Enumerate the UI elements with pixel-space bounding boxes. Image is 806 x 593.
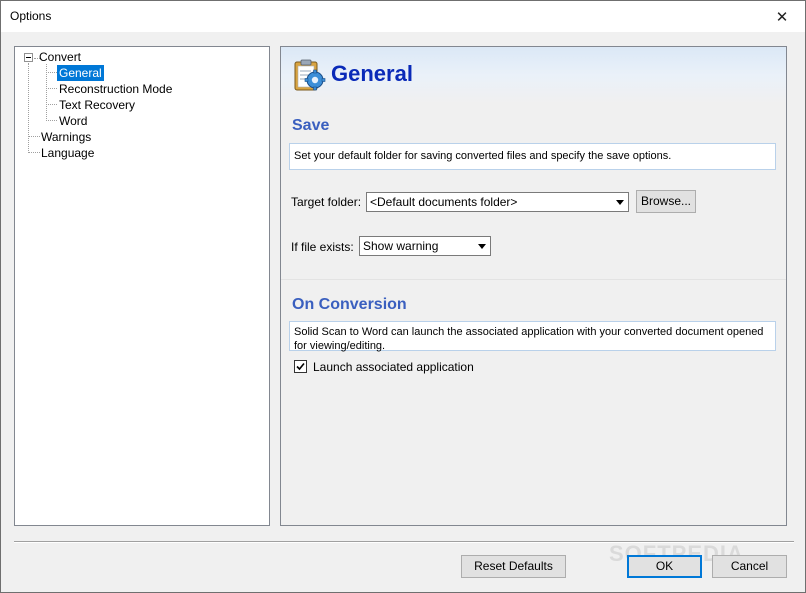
collapse-icon[interactable] [24, 53, 33, 62]
general-panel: General Save Set your default folder for… [280, 46, 787, 526]
launch-application-label[interactable]: Launch associated application [313, 360, 474, 374]
tree-connector [28, 63, 29, 153]
conversion-section-title: On Conversion [292, 296, 407, 313]
close-icon[interactable]: ✕ [759, 1, 805, 32]
ok-button[interactable]: OK [627, 555, 702, 578]
settings-clipboard-icon [294, 59, 326, 91]
tree-item-text-recovery[interactable]: Text Recovery [57, 97, 137, 113]
if-file-exists-dropdown[interactable]: Show warning [359, 236, 491, 256]
tree-connector [46, 120, 57, 121]
options-tree[interactable]: Convert General Reconstruction Mode Text… [14, 46, 270, 526]
panel-title: General [331, 61, 413, 86]
chevron-down-icon[interactable] [473, 237, 490, 255]
tree-item-language[interactable]: Language [39, 145, 96, 161]
target-folder-dropdown[interactable]: <Default documents folder> [366, 192, 629, 212]
chevron-down-icon[interactable] [611, 193, 628, 211]
window-title: Options [10, 9, 52, 23]
options-dialog: Options ✕ Convert General Reconstruction… [0, 0, 806, 593]
target-folder-value: <Default documents folder> [370, 195, 518, 209]
tree-connector [46, 88, 57, 89]
conversion-description: Solid Scan to Word can launch the associ… [289, 321, 776, 352]
save-description: Set your default folder for saving conve… [289, 143, 776, 170]
tree-item-general[interactable]: General [57, 65, 104, 81]
reset-defaults-button[interactable]: Reset Defaults [461, 555, 566, 578]
browse-button[interactable]: Browse... [636, 190, 696, 213]
if-file-exists-label: If file exists: [291, 240, 354, 254]
tree-item-reconstruction-mode[interactable]: Reconstruction Mode [57, 81, 174, 97]
tree-item-word[interactable]: Word [57, 113, 89, 129]
launch-application-checkbox[interactable] [294, 360, 307, 373]
section-divider [281, 279, 786, 280]
cancel-button[interactable]: Cancel [712, 555, 787, 578]
target-folder-label: Target folder: [291, 195, 362, 209]
tree-item-warnings[interactable]: Warnings [39, 129, 93, 145]
panel-header: General [281, 47, 786, 104]
tree-item-convert[interactable]: Convert [37, 49, 83, 65]
if-file-exists-value: Show warning [363, 239, 439, 253]
tree-connector [46, 72, 57, 73]
tree-connector [46, 104, 57, 105]
save-section-title: Save [292, 117, 330, 134]
checkmark-icon [296, 362, 305, 371]
title-bar: Options ✕ [1, 1, 805, 32]
